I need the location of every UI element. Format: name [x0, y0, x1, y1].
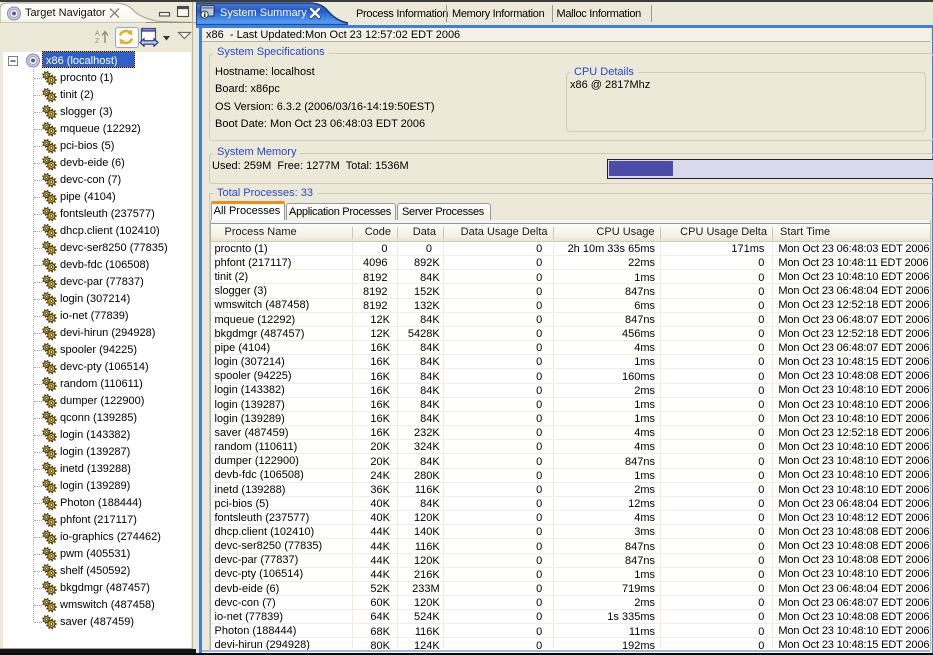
svg-text:A: A	[95, 31, 100, 38]
svg-text:Z: Z	[95, 38, 100, 44]
